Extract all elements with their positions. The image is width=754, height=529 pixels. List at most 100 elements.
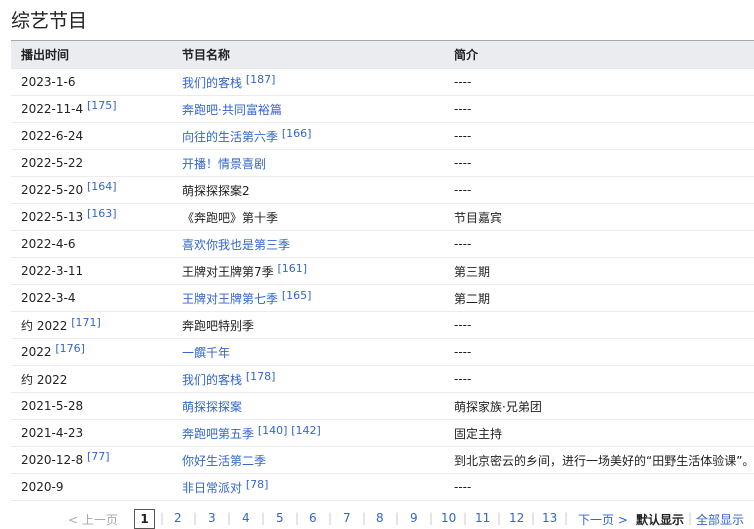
table-row: 2022-5-22 开播！情景喜剧 ---- [11,149,754,177]
page-separator: | [261,511,266,525]
table-row: 2021-4-23 奔跑吧第五季 [140] [142] 固定主持 [11,419,754,447]
show-name-cell: 开播！情景喜剧 [172,149,444,177]
page-link[interactable]: 4 [242,511,250,525]
citation-link[interactable]: [140] [258,424,288,437]
air-date: 2022-5-20 [21,183,84,197]
show-name-cell: 向往的生活第六季 [166] [172,122,444,150]
show-name-link[interactable]: 你好生活第二季 [182,454,266,468]
air-date-cell: 2020-9 [11,473,172,501]
air-date-cell: 2022 [176] [11,338,172,366]
description-cell: ---- [444,365,754,393]
table-row: 2022-4-6 喜欢你我也是第三季 ---- [11,230,754,258]
page-separator: | [564,511,569,525]
prev-page-button[interactable]: < 上一页 [68,511,118,528]
page-link[interactable]: 10 [441,511,456,525]
citation-link[interactable]: [161] [277,262,307,275]
page-link[interactable]: 6 [309,511,317,525]
description-cell: 固定主持 [444,419,754,447]
show-name-link[interactable]: 我们的客栈 [182,373,242,387]
page-separator: | [227,511,232,525]
page-separator: | [328,511,333,525]
page-link[interactable]: 12 [509,511,524,525]
description-cell: ---- [444,68,754,96]
next-page-button[interactable]: 下一页 > [578,511,628,528]
citation-link[interactable]: [78] [246,478,269,491]
table-row: 2021-5-28 萌探探探案 萌探家族·兄弟团 [11,392,754,420]
citation-link[interactable]: [166] [282,127,312,140]
show-name: 萌探探探案2 [182,183,250,198]
show-all-button[interactable]: 全部显示 [696,511,744,528]
page-link[interactable]: 5 [276,511,284,525]
show-name-cell: 奔跑吧·共同富裕篇 [172,95,444,123]
citation-link[interactable]: [176] [55,342,85,355]
table-row: 2022-5-20 [164] 萌探探探案2 ---- [11,176,754,204]
description-cell: 到北京密云的乡间，进行一场美好的“田野生活体验课”。 [444,446,754,474]
page-separator: | [688,511,693,525]
show-name: 王牌对王牌第7季 [182,264,274,279]
show-name-link[interactable]: 一饌千年 [182,346,230,360]
air-date-cell: 2021-4-23 [11,419,172,447]
show-name-cell: 王牌对王牌第七季 [165] [172,284,444,312]
page-title: 综艺节目 [11,10,88,32]
table-header-row: 播出时间 节目名称 简介 [11,41,754,69]
show-name-cell: 奔跑吧第五季 [140] [142] [172,419,444,447]
show-name-cell: 我们的客栈 [178] [172,365,444,393]
description-cell: ---- [444,149,754,177]
description-cell: ---- [444,230,754,258]
citation-link[interactable]: [178] [246,370,276,383]
air-date-cell: 2022-5-13 [163] [11,203,172,231]
show-name-link[interactable]: 非日常派对 [182,481,242,495]
show-name-cell: 奔跑吧特别季 [172,311,444,339]
citation-link[interactable]: [163] [87,207,117,220]
show-name-cell: 萌探探探案 [172,392,444,420]
show-name-link[interactable]: 奔跑吧·共同富裕篇 [182,103,282,117]
show-name-link[interactable]: 喜欢你我也是第三季 [182,238,290,252]
air-date: 2020-12-8 [21,453,84,467]
show-name-link[interactable]: 王牌对王牌第七季 [182,292,278,306]
citation-link[interactable]: [77] [87,450,110,463]
citation-link[interactable]: [187] [246,73,276,86]
page-link[interactable]: 3 [208,511,216,525]
description-cell: 第二期 [444,284,754,312]
show-name-cell: 我们的客栈 [187] [172,68,444,96]
page-link[interactable]: 13 [542,511,557,525]
show-name-cell: 一饌千年 [172,338,444,366]
page-separator: | [395,511,400,525]
default-view-toggle[interactable]: 默认显示 [636,511,684,528]
citation-link[interactable]: [171] [71,316,101,329]
air-date: 2022-11-4 [21,102,84,116]
citation-link[interactable]: [142] [291,424,321,437]
air-date: 2022-5-22 [21,156,84,170]
show-name-link[interactable]: 开播！情景喜剧 [182,157,266,171]
air-date: 2023-1-6 [21,75,76,89]
show-name-link[interactable]: 奔跑吧第五季 [182,427,254,441]
air-date: 2022-4-6 [21,237,76,251]
page-link[interactable]: 2 [174,511,182,525]
air-date-cell: 约 2022 [171] [11,311,172,339]
variety-show-table: 播出时间 节目名称 简介 2023-1-6 我们的客栈 [187] ---- 2022… [11,41,754,501]
air-date: 2022 [21,345,52,359]
air-date: 约 2022 [21,318,68,333]
show-name-cell: 你好生活第二季 [172,446,444,474]
column-header-show-name: 节目名称 [172,41,444,69]
citation-link[interactable]: [165] [282,289,312,302]
show-name-link[interactable]: 我们的客栈 [182,76,242,90]
page-separator: | [362,511,367,525]
citation-link[interactable]: [175] [87,99,117,112]
show-name-link[interactable]: 萌探探探案 [182,400,242,414]
show-name-link[interactable]: 向往的生活第六季 [182,130,278,144]
citation-link[interactable]: [164] [87,180,117,193]
air-date: 2022-3-11 [21,264,84,278]
air-date-cell: 2022-5-22 [11,149,172,177]
air-date-cell: 2020-12-8 [77] [11,446,172,474]
page-link[interactable]: 9 [410,511,418,525]
show-name: 奔跑吧特别季 [182,318,255,333]
air-date-cell: 2022-3-11 [11,257,172,285]
show-name-cell: 萌探探探案2 [172,176,444,204]
table-row: 2022-3-4 王牌对王牌第七季 [165] 第二期 [11,284,754,312]
page-link[interactable]: 8 [376,511,384,525]
page-link[interactable]: 7 [343,511,351,525]
air-date-cell: 约 2022 [11,365,172,393]
air-date-cell: 2022-11-4 [175] [11,95,172,123]
page-link[interactable]: 11 [475,511,490,525]
